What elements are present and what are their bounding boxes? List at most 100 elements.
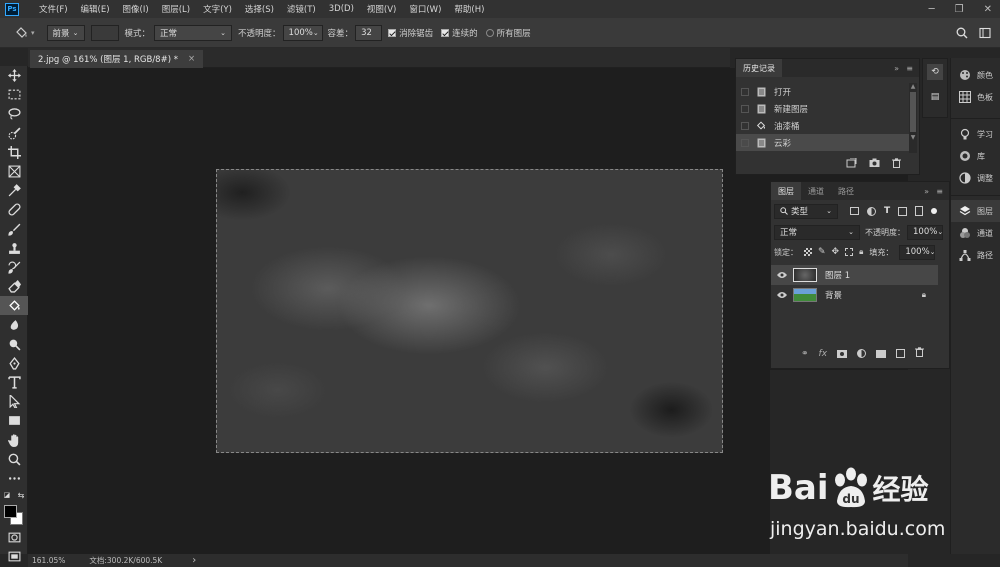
quick-mask-button[interactable] xyxy=(0,528,28,547)
history-item[interactable]: 打开 xyxy=(736,83,909,100)
layer-filter-select[interactable]: 类型 ⌄ xyxy=(774,203,838,219)
history-panel-icon[interactable]: ⟲ xyxy=(927,64,943,80)
close-icon[interactable]: ✕ xyxy=(984,4,992,15)
eye-icon[interactable] xyxy=(777,271,787,279)
history-item-selected[interactable]: 云彩 xyxy=(736,134,909,151)
rectangle-tool[interactable] xyxy=(0,411,28,430)
history-snapshot-checkbox[interactable] xyxy=(741,104,749,113)
healing-brush-tool[interactable] xyxy=(0,200,28,219)
history-item[interactable]: 油漆桶 xyxy=(736,117,909,134)
hand-tool[interactable] xyxy=(0,431,28,450)
dock-item-swatches[interactable]: 色板 xyxy=(951,86,1000,108)
history-snapshot-checkbox[interactable] xyxy=(741,87,749,96)
document-tab[interactable]: 2.jpg @ 161% (图层 1, RGB/8#) * × xyxy=(30,50,204,68)
tab-layers[interactable]: 图层 xyxy=(771,182,801,200)
menu-select[interactable]: 选择(S) xyxy=(245,3,274,15)
screen-mode-button[interactable] xyxy=(0,547,28,566)
type-tool[interactable] xyxy=(0,373,28,392)
antialias-checkbox[interactable]: 消除锯齿 xyxy=(388,27,433,39)
trash-icon[interactable] xyxy=(892,158,901,171)
menu-edit[interactable]: 编辑(E) xyxy=(81,3,110,15)
history-brush-tool[interactable] xyxy=(0,258,28,277)
dock-item-learn[interactable]: 学习 xyxy=(951,123,1000,145)
zoom-level[interactable]: 161.05% xyxy=(32,556,65,565)
filter-shape-icon[interactable] xyxy=(898,206,908,216)
fill-source-select[interactable]: 前景 ⌄ xyxy=(46,24,85,41)
lasso-tool[interactable] xyxy=(0,104,28,123)
foreground-color-swatch[interactable] xyxy=(4,505,17,519)
collapse-icon[interactable]: » xyxy=(924,187,929,196)
lock-position-icon[interactable]: ✥ xyxy=(832,247,840,257)
zoom-tool[interactable] xyxy=(0,450,28,469)
dock-item-libraries[interactable]: 库 xyxy=(951,145,1000,167)
filter-toggle-icon[interactable] xyxy=(931,208,938,214)
panel-menu-icon[interactable]: ≡ xyxy=(936,187,943,196)
workspace-icon[interactable] xyxy=(979,27,991,42)
move-tool[interactable] xyxy=(0,66,28,85)
history-snapshot-checkbox[interactable] xyxy=(741,138,749,147)
mode-select[interactable]: 正常 ⌄ xyxy=(154,24,233,41)
panel-menu-icon[interactable]: ≡ xyxy=(906,64,913,73)
lock-transparent-pixels-icon[interactable] xyxy=(804,248,812,256)
fill-input[interactable]: 100% ⌄ xyxy=(899,244,936,260)
all-layers-option[interactable]: 所有图层 xyxy=(485,27,531,39)
status-menu-arrow-icon[interactable]: › xyxy=(192,555,196,566)
image-canvas-clouds[interactable] xyxy=(216,169,723,453)
paint-bucket-tool[interactable] xyxy=(0,296,28,316)
tab-channels[interactable]: 通道 xyxy=(801,182,831,200)
filter-type-icon[interactable]: T xyxy=(884,206,890,216)
path-selection-tool[interactable] xyxy=(0,392,28,411)
default-colors-icon[interactable]: ◪ xyxy=(4,491,11,499)
pattern-picker[interactable] xyxy=(90,24,119,41)
history-snapshot-checkbox[interactable] xyxy=(741,121,749,130)
folder-icon[interactable] xyxy=(876,349,887,358)
brush-tool[interactable] xyxy=(0,220,28,239)
fx-icon[interactable]: fx xyxy=(819,349,828,359)
layer-row-selected[interactable]: 图层 1 xyxy=(771,265,938,285)
dodge-tool[interactable] xyxy=(0,335,28,354)
filter-pixel-icon[interactable] xyxy=(850,207,859,215)
eye-icon[interactable] xyxy=(777,291,787,299)
lock-image-pixels-icon[interactable]: ✎ xyxy=(818,247,826,257)
dock-item-color[interactable]: 颜色 xyxy=(951,64,1000,86)
dock-item-layers[interactable]: 图层 xyxy=(951,200,1000,222)
opacity-input[interactable]: 100% ⌄ xyxy=(282,24,323,41)
marquee-tool[interactable] xyxy=(0,85,28,104)
filter-adjustment-icon[interactable] xyxy=(867,206,876,216)
menu-image[interactable]: 图像(I) xyxy=(123,3,149,15)
dock-item-channels[interactable]: 通道 xyxy=(951,222,1000,244)
trash-icon[interactable] xyxy=(915,347,925,360)
swap-colors-row[interactable]: ◪ ⇆ xyxy=(0,488,28,502)
adjustment-layer-icon[interactable] xyxy=(857,349,867,358)
frame-tool[interactable] xyxy=(0,162,28,181)
new-document-from-state-icon[interactable] xyxy=(846,157,857,171)
lock-all-icon[interactable]: 🔒︎ xyxy=(859,247,863,257)
menu-type[interactable]: 文字(Y) xyxy=(203,3,232,15)
link-layers-icon[interactable]: ⚭ xyxy=(801,349,809,359)
paint-bucket-tool-preset-icon[interactable]: ▾ xyxy=(14,26,35,40)
close-tab-icon[interactable]: × xyxy=(188,54,195,64)
menu-file[interactable]: 文件(F) xyxy=(39,3,68,15)
new-layer-icon[interactable] xyxy=(896,349,906,358)
scroll-thumb[interactable] xyxy=(910,92,916,132)
crop-tool[interactable] xyxy=(0,143,28,162)
properties-panel-icon[interactable]: ▤ xyxy=(927,90,943,104)
minimize-icon[interactable]: ─ xyxy=(929,4,935,15)
dock-item-adjustments[interactable]: 调整 xyxy=(951,167,1000,189)
collapse-icon[interactable]: » xyxy=(894,64,899,73)
menu-3d[interactable]: 3D(D) xyxy=(329,4,354,14)
menu-view[interactable]: 视图(V) xyxy=(367,3,396,15)
eraser-tool[interactable] xyxy=(0,277,28,296)
tolerance-input[interactable]: 32 xyxy=(355,24,383,41)
menu-layer[interactable]: 图层(L) xyxy=(162,3,190,15)
filter-smart-object-icon[interactable] xyxy=(915,206,924,216)
add-mask-icon[interactable] xyxy=(837,349,848,358)
blur-tool[interactable] xyxy=(0,315,28,334)
edit-toolbar-button[interactable] xyxy=(0,469,28,488)
history-item[interactable]: 新建图层 xyxy=(736,100,909,117)
eyedropper-tool[interactable] xyxy=(0,181,28,200)
history-scrollbar[interactable]: ▲ ▼ xyxy=(909,83,917,153)
restore-icon[interactable]: ❐ xyxy=(955,4,964,15)
clone-stamp-tool[interactable] xyxy=(0,239,28,258)
scroll-up-icon[interactable]: ▲ xyxy=(909,83,917,90)
